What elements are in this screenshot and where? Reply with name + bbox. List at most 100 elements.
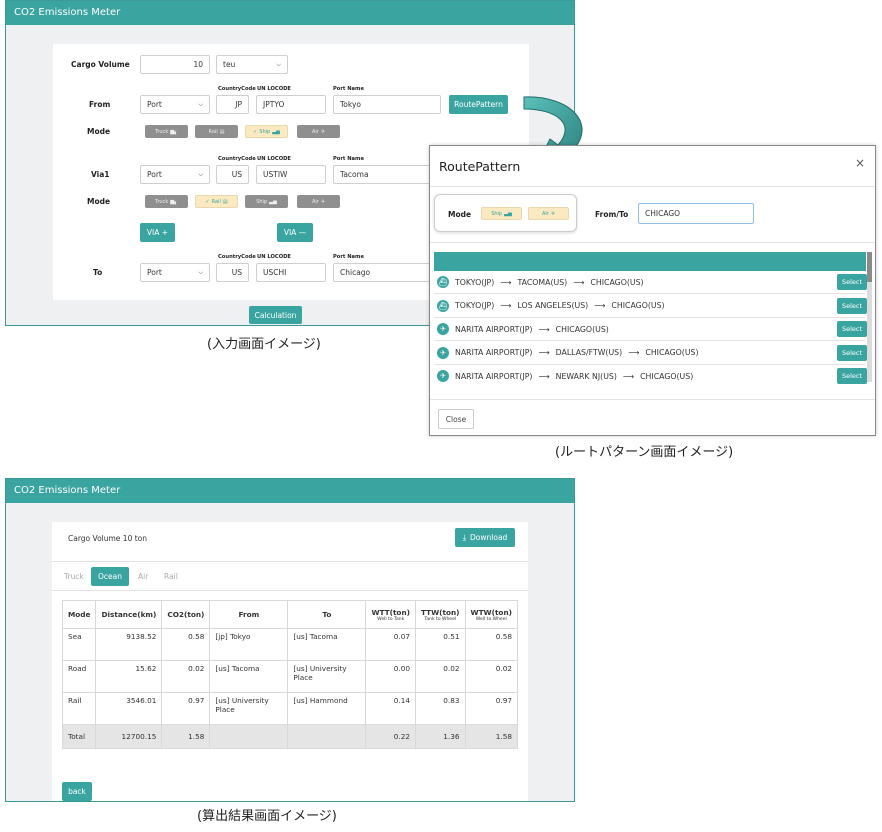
table-row: Sea 9138.52 0.58 [jp] Tokyo [us] Tacoma 0.07 0… (61, 628, 519, 661)
table-cell: 0.51 (414, 628, 466, 661)
select-route-button[interactable]: Select (837, 274, 867, 290)
rail-chip-via[interactable]: ✓ Rail ▤ (195, 195, 238, 208)
mode-label-via: Mode (87, 197, 111, 206)
tab-ocean[interactable]: Ocean (91, 567, 129, 586)
result-card: Cargo Volume 10 ton ⤓ Download Truck Ocea… (52, 522, 528, 801)
via-minus-button[interactable]: VIA — (277, 223, 313, 242)
from-port-input[interactable]: Tokyo (333, 95, 441, 114)
result-caption: (算出結果画面イメージ) (197, 809, 337, 824)
table-cell: 0.58 (161, 628, 211, 661)
table-cell: Sea (61, 628, 97, 661)
route-stop: DALLAS/FTW(US) (555, 348, 623, 357)
total-cell (209, 724, 289, 749)
arrow-right-icon: ⟶ (622, 371, 635, 381)
cargo-volume-input[interactable]: 10 (140, 55, 210, 74)
result-table: Mode Distance(km) CO2(ton) From To WTT(ton) We… (61, 600, 519, 749)
truck-icon: ▆▖ (170, 198, 178, 205)
via-type-value: Port (147, 170, 162, 179)
plane-icon: ✈ (437, 323, 449, 335)
scrollbar-thumb[interactable] (867, 252, 872, 282)
rail-icon: ▤ (219, 128, 225, 135)
calculation-button[interactable]: Calculation (249, 306, 302, 324)
route-stop: TACOMA(US) (517, 277, 568, 287)
arrow-right-icon: ⟶ (538, 348, 550, 357)
download-button[interactable]: ⤓ Download (455, 528, 515, 547)
table-cell: 9138.52 (95, 628, 163, 661)
arrow-right-icon: ⟶ (538, 371, 550, 381)
mode-label-from: Mode (87, 127, 111, 136)
air-chip-via[interactable]: Air ✈ (297, 195, 340, 208)
column-header: Mode (61, 600, 97, 629)
arrow-right-icon: ⟶ (500, 301, 512, 310)
cargo-unit-select[interactable]: teu ⌵ (216, 55, 288, 74)
select-route-button[interactable]: Select (837, 297, 867, 314)
total-cell: 1.58 (464, 724, 519, 749)
table-cell: Rail (61, 692, 97, 725)
cargo-unit-value: teu (223, 60, 236, 69)
tab-air[interactable]: Air (138, 572, 148, 581)
route-stop: NARITA AIRPORT(JP) (455, 348, 533, 357)
close-icon[interactable]: × (855, 156, 865, 170)
app-title: CO2 Emissions Meter (6, 1, 574, 25)
truck-chip-from[interactable]: Truck ▆▖ (145, 125, 188, 138)
via-locode-input[interactable]: USTIW (256, 165, 326, 184)
plane-icon: ✈ (437, 346, 449, 359)
to-type-select[interactable]: Port ⌵ (140, 263, 210, 282)
select-route-button[interactable]: Select (837, 344, 867, 361)
plane-icon: ✈ (320, 128, 326, 135)
route-stop: CHICAGO(US) (640, 371, 694, 381)
select-route-button[interactable]: Select (837, 368, 867, 384)
scrollbar[interactable] (867, 252, 872, 382)
route-stop: NARITA AIRPORT(JP) (455, 371, 533, 381)
to-country-input[interactable]: US (216, 263, 249, 282)
routes-header-bar (434, 252, 866, 271)
from-to-label: From/To (595, 210, 629, 219)
rail-chip-from[interactable]: Rail ▤ (195, 125, 238, 138)
air-chip-from[interactable]: Air ✈ (297, 125, 340, 138)
input-caption: (入力画面イメージ) (207, 337, 321, 352)
chevron-down-icon: ⌵ (198, 170, 203, 178)
air-chip-modal[interactable]: Air ✈ (528, 207, 569, 220)
route-stop: CHICAGO(US) (555, 324, 609, 334)
from-country-input[interactable]: JP (216, 95, 249, 114)
total-row: Total 12700.15 1.58 0.22 1.36 1.58 (61, 724, 519, 749)
ship-chip-via[interactable]: Ship ▃▅ (245, 195, 288, 208)
to-locode-input[interactable]: USCHI (256, 263, 326, 282)
ship-icon: ▃▅ (504, 210, 512, 217)
via-plus-button[interactable]: VIA + (140, 223, 175, 242)
country-code-header: CountryCode (218, 156, 256, 162)
tab-truck[interactable]: Truck (64, 572, 84, 581)
truck-icon: ▆▖ (170, 128, 178, 135)
select-route-button[interactable]: Select (837, 321, 867, 337)
from-to-input[interactable]: CHICAGO (638, 203, 754, 224)
total-cell: 1.36 (414, 724, 466, 749)
from-type-select[interactable]: Port ⌵ (140, 95, 210, 114)
arrow-right-icon: ⟶ (538, 324, 550, 334)
route-caption: (ルートパターン画面イメージ) (555, 445, 734, 460)
arrow-right-icon: ⟶ (628, 348, 640, 357)
table-cell: Road (61, 660, 97, 693)
total-cell: 0.22 (365, 724, 416, 749)
from-locode-input[interactable]: JPTYO (256, 95, 326, 114)
to-port-input[interactable]: Chicago (333, 263, 441, 282)
via-country-input[interactable]: US (216, 165, 249, 184)
via-port-input[interactable]: Tacoma (333, 165, 441, 184)
country-code-header: CountryCode (218, 86, 256, 92)
ship-chip-modal[interactable]: Ship ▃▅ (481, 207, 522, 220)
via-type-select[interactable]: Port ⌵ (140, 165, 210, 184)
column-header: WTW(ton) Well to Wheel (464, 600, 519, 629)
table-cell: [us] Tacoma (287, 628, 367, 661)
modal-title: RoutePattern (439, 159, 521, 174)
ship-chip-from[interactable]: ✓ Ship ▃▅ (245, 125, 288, 138)
tab-rail[interactable]: Rail (164, 572, 178, 581)
country-code-header: CountryCode (218, 254, 256, 260)
route-pattern-button[interactable]: RoutePattern (449, 95, 508, 114)
table-cell: 0.02 (414, 660, 466, 693)
table-cell: 15.62 (95, 660, 163, 693)
truck-chip-via[interactable]: Truck ▆▖ (145, 195, 188, 208)
cargo-summary: Cargo Volume 10 ton (68, 534, 148, 543)
back-button[interactable]: back (62, 782, 92, 801)
port-name-header: Port Name (333, 254, 364, 260)
close-button[interactable]: Close (438, 409, 474, 429)
route-row: ⛴ TOKYO(JP) ⟶ LOS ANGELES(US) ⟶ CHICAGO(US) (437, 297, 835, 315)
